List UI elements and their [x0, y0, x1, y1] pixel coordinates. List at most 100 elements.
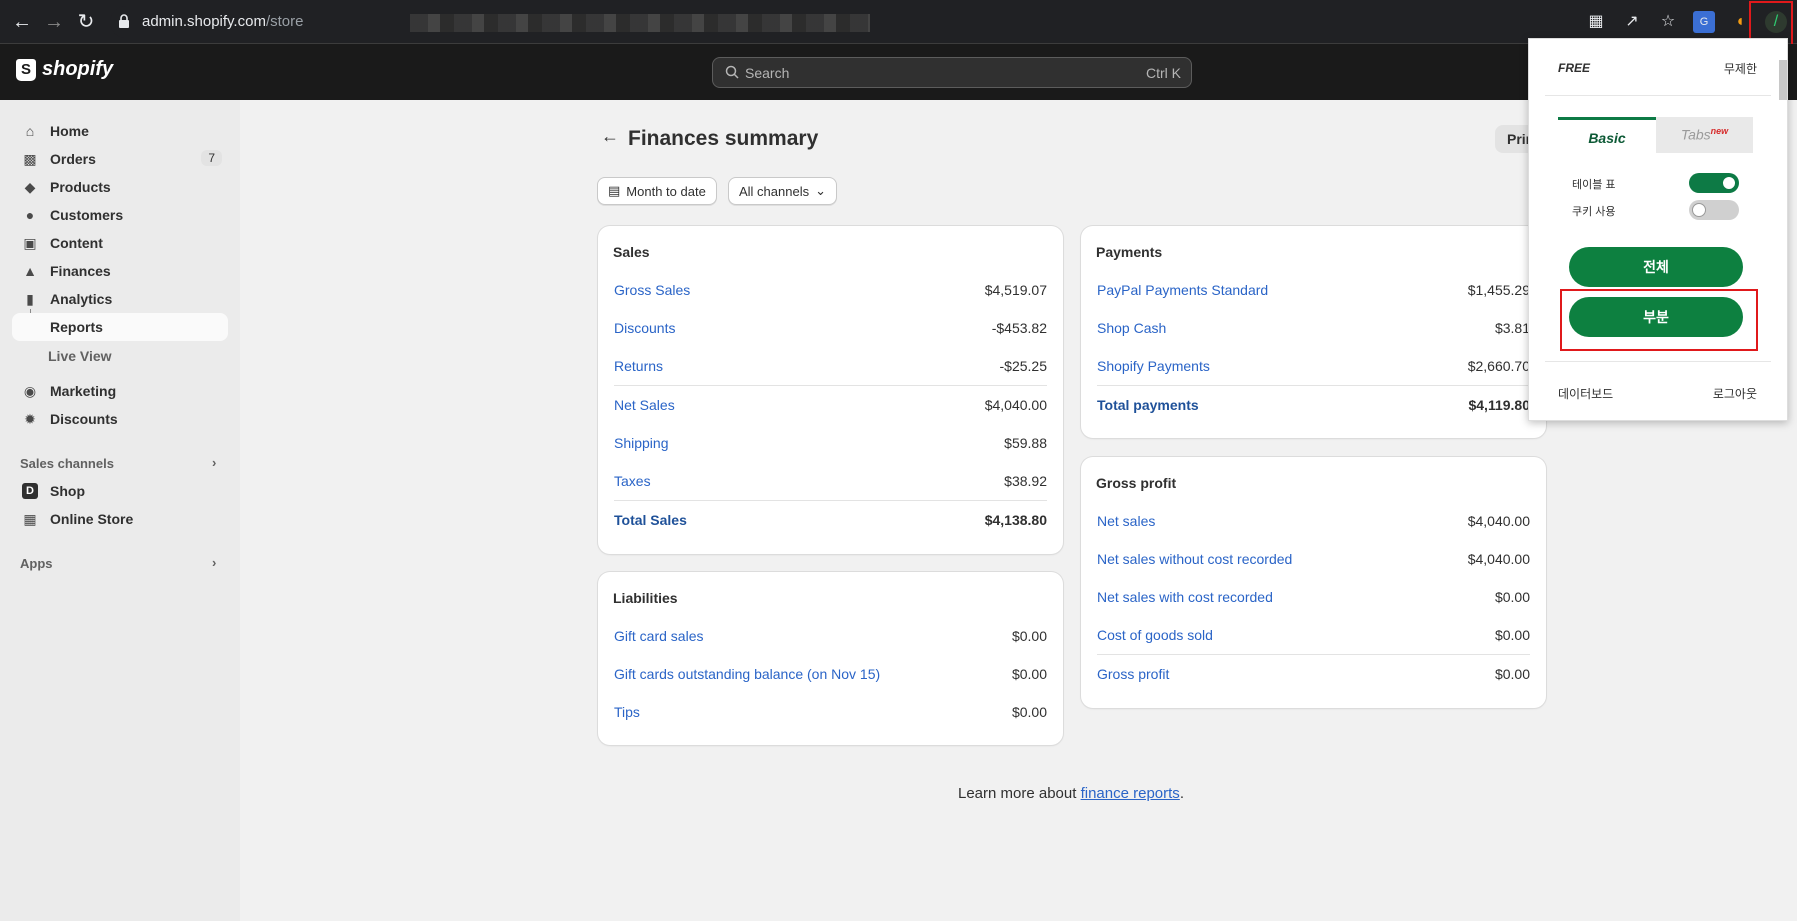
sidebar-item-live-view[interactable]: Live View	[48, 348, 112, 364]
filter-label: All channels	[739, 183, 810, 199]
row-value: $1,455.29	[1467, 282, 1530, 298]
apps-header[interactable]: Apps ›	[20, 555, 216, 571]
toggle-knob	[1722, 176, 1736, 190]
sidebar-item-label: Reports	[50, 319, 103, 335]
image-icon: ▣	[23, 235, 37, 251]
sidebar-item-analytics[interactable]: ▮ Analytics	[12, 285, 228, 313]
row-value: -$25.25	[999, 358, 1047, 374]
row-link[interactable]: Net sales with cost recorded	[1097, 589, 1273, 605]
table-row: Cost of goods sold $0.00	[1097, 621, 1530, 649]
row-value: $0.00	[1011, 704, 1047, 720]
row-link[interactable]: Total Sales	[614, 512, 687, 528]
partial-button-highlight-box	[1560, 289, 1758, 351]
row-link[interactable]: Returns	[614, 358, 663, 374]
forward-icon[interactable]: →	[42, 10, 66, 34]
sidebar-item-online-store[interactable]: ▦ Online Store	[12, 505, 228, 533]
row-link[interactable]: Net sales without cost recorded	[1097, 551, 1292, 567]
tag-icon: ◆	[24, 179, 36, 195]
sidebar-item-products[interactable]: ◆ Products	[12, 173, 228, 201]
row-value: $2,660.70	[1467, 358, 1530, 374]
table-toggle[interactable]	[1689, 173, 1739, 193]
row-link[interactable]: Tips	[614, 704, 640, 720]
chevron-right-icon: ›	[212, 455, 217, 470]
tab-basic[interactable]: Basic	[1558, 117, 1656, 153]
sidebar-item-label: Analytics	[50, 291, 113, 307]
sidebar-item-home[interactable]: ⌂ Home	[12, 117, 228, 145]
extension-translate-icon[interactable]: G	[1693, 11, 1715, 33]
search-placeholder: Search	[745, 65, 790, 81]
row-value: $4,040.00	[1467, 513, 1530, 529]
search-icon	[725, 65, 739, 79]
sidebar-item-label: Home	[50, 123, 89, 139]
sales-channels-header[interactable]: Sales channels ›	[20, 455, 216, 471]
row-value: $4,040.00	[1467, 551, 1530, 567]
new-badge: new	[1710, 126, 1729, 136]
sidebar-item-label: Content	[50, 235, 103, 251]
row-link[interactable]: Shopify Payments	[1097, 358, 1210, 374]
sidebar-item-marketing[interactable]: ◉ Marketing	[12, 377, 228, 405]
calendar-icon: ▤	[608, 183, 621, 198]
table-row: Shopify Payments $2,660.70	[1097, 352, 1530, 380]
bank-icon: ▲	[23, 263, 37, 279]
channels-filter[interactable]: All channels ⌄	[728, 177, 838, 205]
shopify-logo[interactable]: shopify	[16, 58, 113, 81]
back-arrow-icon[interactable]: ←	[601, 126, 619, 147]
table-row: Net sales without cost recorded $4,040.00	[1097, 545, 1530, 573]
row-link[interactable]: Shipping	[614, 435, 669, 451]
row-link[interactable]: Cost of goods sold	[1097, 627, 1213, 643]
shop-icon: D	[22, 483, 38, 499]
table-row: Discounts -$453.82	[614, 314, 1047, 342]
row-value: $0.00	[1494, 627, 1530, 643]
translate-icon[interactable]: ▦	[1585, 11, 1607, 33]
redacted-url	[410, 14, 870, 32]
row-link[interactable]: Taxes	[614, 473, 651, 489]
brand-name: shopify	[42, 58, 114, 80]
unlimited-label: 무제한	[1723, 62, 1757, 76]
row-link[interactable]: Shop Cash	[1097, 320, 1166, 336]
scrollbar[interactable]	[1779, 60, 1787, 100]
row-value: -$453.82	[991, 320, 1047, 336]
payments-card: Payments PayPal Payments Standard $1,455.…	[1081, 226, 1546, 438]
sidebar-item-customers[interactable]: ● Customers	[12, 201, 228, 229]
sidebar-item-shop[interactable]: D Shop	[12, 477, 228, 505]
sidebar-item-reports[interactable]: Reports	[12, 313, 228, 341]
address-bar[interactable]: admin.shopify.com/store	[110, 6, 1780, 38]
sidebar: ⌂ Home ▩ Orders 7 ◆ Products ● Customers ▣ Con…	[0, 100, 240, 921]
divider	[614, 500, 1047, 501]
table-row: Net Sales $4,040.00	[614, 391, 1047, 419]
page-title: Finances summary	[628, 127, 819, 150]
sidebar-item-label: Orders	[50, 151, 96, 167]
sidebar-item-label: Products	[50, 179, 111, 195]
logout-link[interactable]: 로그아웃	[1713, 385, 1757, 402]
reload-icon[interactable]: ↻	[74, 10, 98, 34]
extension-orange-icon[interactable]: ◖	[1729, 11, 1751, 33]
search-input[interactable]: Search Ctrl K	[712, 57, 1192, 88]
cookie-toggle[interactable]	[1689, 200, 1739, 220]
table-row-total: Total Sales $4,138.80	[614, 506, 1047, 534]
finance-reports-link[interactable]: finance reports	[1081, 785, 1180, 802]
share-icon[interactable]: ↗	[1621, 11, 1643, 33]
row-link[interactable]: Gross profit	[1097, 666, 1169, 682]
toggle-knob	[1692, 203, 1706, 217]
row-link[interactable]: Discounts	[614, 320, 675, 336]
tab-tabs[interactable]: Tabsnew	[1656, 117, 1753, 153]
date-range-filter[interactable]: ▤ Month to date	[597, 177, 717, 205]
row-link[interactable]: Gift card sales	[614, 628, 703, 644]
row-link[interactable]: Net sales	[1097, 513, 1155, 529]
row-link[interactable]: PayPal Payments Standard	[1097, 282, 1268, 298]
sidebar-item-content[interactable]: ▣ Content	[12, 229, 228, 257]
row-link[interactable]: Gross Sales	[614, 282, 690, 298]
sidebar-item-label: Marketing	[50, 383, 117, 399]
star-icon[interactable]: ☆	[1657, 11, 1679, 33]
dashboard-link[interactable]: 데이터보드	[1558, 385, 1613, 402]
sidebar-item-finances[interactable]: ▲ Finances	[12, 257, 228, 285]
row-link[interactable]: Total payments	[1097, 397, 1199, 413]
row-link[interactable]: Net Sales	[614, 397, 675, 413]
back-icon[interactable]: ←	[10, 10, 34, 34]
sidebar-item-orders[interactable]: ▩ Orders 7	[12, 145, 228, 173]
row-value: $59.88	[1004, 435, 1047, 451]
row-link[interactable]: Gift cards outstanding balance (on Nov 1…	[614, 666, 880, 682]
sidebar-item-discounts[interactable]: ✹ Discounts	[12, 405, 228, 433]
sidebar-item-label: Finances	[50, 263, 111, 279]
all-button[interactable]: 전체	[1569, 247, 1743, 287]
